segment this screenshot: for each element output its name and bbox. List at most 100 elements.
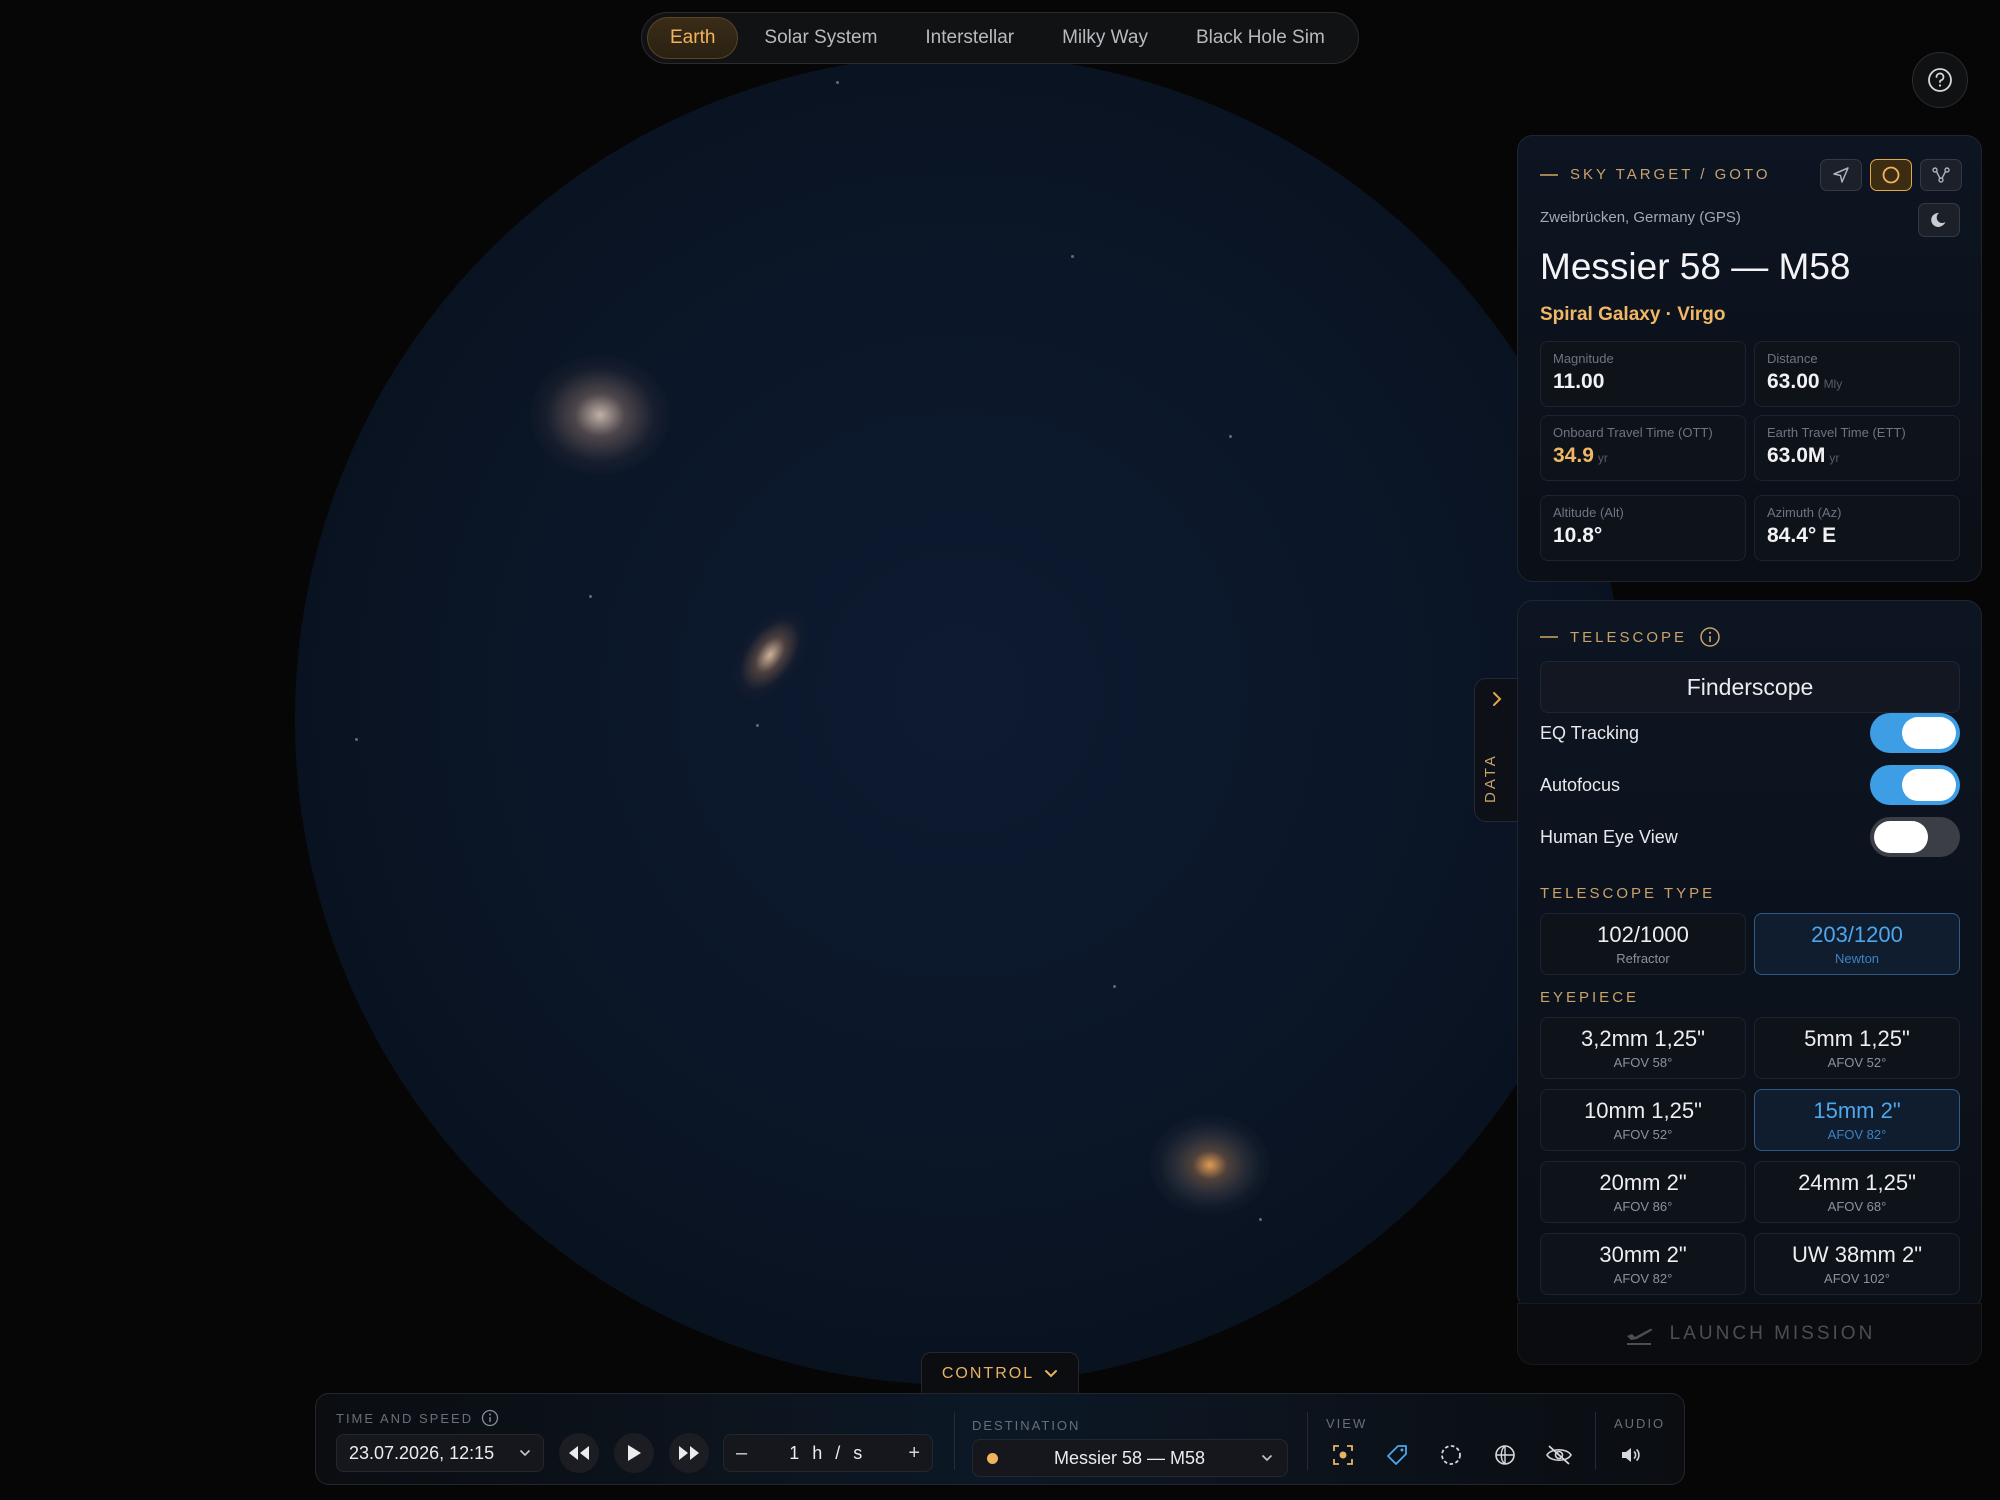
target-focus-icon [1333,1445,1353,1465]
human-eye-label: Human Eye View [1540,826,1678,847]
option-sub: AFOV 52° [1613,1127,1673,1142]
option-main: 30mm 2" [1599,1242,1687,1267]
option-main: UW 38mm 2" [1791,1242,1923,1267]
circle-mode-button[interactable] [1870,159,1912,191]
stat-unit: yr [1829,451,1840,465]
focus-target-button[interactable] [1328,1440,1358,1470]
destination-select[interactable]: Messier 58 — M58 [972,1439,1288,1477]
tab-earth[interactable]: Earth [647,17,739,59]
tab-solar-system[interactable]: Solar System [742,17,899,59]
human-eye-row: Human Eye View [1540,817,1960,857]
telescope-type-newton[interactable]: 203/1200 Newton [1754,913,1960,975]
grid-button[interactable] [1490,1440,1520,1470]
tab-black-hole-sim[interactable]: Black Hole Sim [1174,17,1347,59]
galaxy-spiral-m58[interactable] [1150,1115,1270,1215]
sky-target-title: SKY TARGET / GOTO [1570,166,1771,183]
eyepiece-option[interactable]: 20mm 2" AFOV 86° [1540,1161,1746,1223]
rewind-button[interactable] [559,1433,599,1473]
autofocus-toggle[interactable] [1870,765,1960,805]
fast-forward-button[interactable] [669,1433,709,1473]
stat-label: Azimuth (Az) [1767,505,1842,520]
autofocus-row: Autofocus [1540,765,1960,805]
star [1113,985,1116,988]
speed-increase-button[interactable]: + [908,1442,920,1465]
data-side-tab[interactable]: DATA [1474,678,1518,822]
help-button[interactable] [1912,52,1968,108]
audio-label: AUDIO [1614,1416,1666,1431]
stat-distance: Distance 63.00 Mly [1754,341,1960,407]
eq-tracking-toggle[interactable] [1870,713,1960,753]
eyepiece-option[interactable]: 30mm 2" AFOV 82° [1540,1233,1746,1295]
eyepiece-option[interactable]: UW 38mm 2" AFOV 102° [1754,1233,1960,1295]
galaxy-lenticular[interactable] [690,574,850,736]
stat-magnitude: Magnitude 11.00 [1540,341,1746,407]
star [1259,1218,1262,1221]
finderscope-button[interactable]: Finderscope [1540,661,1960,713]
destination-dot [987,1452,998,1464]
launch-label: LAUNCH MISSION [1669,1323,1876,1344]
stat-value: 10.8° [1553,524,1603,547]
eyepiece-option-selected[interactable]: 15mm 2" AFOV 82° [1754,1089,1960,1151]
stat-value: 11.00 [1553,370,1605,393]
telescope-panel: TELESCOPE Finderscope EQ Tracking Autofo… [1517,600,1982,1310]
option-sub: AFOV 102° [1824,1271,1890,1286]
divider [1307,1412,1308,1470]
audio-button[interactable] [1616,1440,1646,1470]
divider [954,1412,955,1470]
option-main: 15mm 2" [1813,1098,1901,1123]
play-button[interactable] [614,1433,654,1473]
stat-value-row: 63.00 Mly [1767,370,1947,394]
info-icon[interactable] [1699,626,1721,648]
time-speed-label: TIME AND SPEED [336,1410,474,1426]
stat-label: Altitude (Alt) [1553,505,1624,520]
stat-label: Magnitude [1553,351,1614,366]
control-toggle-button[interactable]: CONTROL [921,1352,1079,1394]
plane-takeoff-icon [1626,1328,1652,1345]
header-dash [1540,636,1558,638]
telescope-view[interactable] [295,55,1625,1385]
star [1229,435,1232,438]
target-subtitle: Spiral Galaxy · Virgo [1540,304,1726,325]
navigate-button[interactable] [1820,159,1862,191]
option-main: 10mm 1,25" [1584,1098,1702,1123]
stat-value: 34.9 [1553,444,1594,467]
stat-unit: yr [1597,451,1608,465]
option-main: 5mm 1,25" [1804,1026,1910,1051]
speed-decrease-button[interactable]: – [736,1442,747,1465]
tab-interstellar[interactable]: Interstellar [903,17,1036,59]
option-main: 102/1000 [1597,922,1689,947]
target-name: Messier 58 — M58 [1540,246,1851,287]
night-mode-button[interactable] [1918,203,1960,237]
control-bar: TIME AND SPEED 23.07.2026, 12:15 – 1 h /… [315,1393,1685,1485]
stat-value: 63.0M [1767,444,1826,467]
eyepiece-option[interactable]: 10mm 1,25" AFOV 52° [1540,1089,1746,1151]
human-eye-toggle[interactable] [1870,817,1960,857]
tag-icon [1387,1445,1407,1465]
chevron-right-icon [1493,692,1502,706]
launch-mission-button[interactable]: LAUNCH MISSION [1517,1303,1982,1365]
stat-value-row: 63.0M yr [1767,444,1947,468]
eyepiece-option[interactable]: 24mm 1,25" AFOV 68° [1754,1161,1960,1223]
circle-icon [1882,166,1900,184]
tab-milky-way[interactable]: Milky Way [1040,17,1170,59]
star [836,81,839,84]
telescope-type-refractor[interactable]: 102/1000 Refractor [1540,913,1746,975]
speed-stepper: – 1 h / s + [723,1434,933,1472]
hide-ui-button[interactable] [1544,1440,1574,1470]
field-of-view-button[interactable] [1436,1440,1466,1470]
datetime-picker[interactable]: 23.07.2026, 12:15 [336,1434,544,1472]
data-tab-label: DATA [1482,753,1499,803]
destination-label: DESTINATION [972,1418,1081,1433]
eyepiece-option[interactable]: 5mm 1,25" AFOV 52° [1754,1017,1960,1079]
stat-label: Onboard Travel Time (OTT) [1553,425,1713,440]
star [1071,255,1074,258]
top-navigation: Earth Solar System Interstellar Milky Wa… [641,12,1359,64]
stat-ott: Onboard Travel Time (OTT) 34.9 yr [1540,415,1746,481]
eyepiece-option[interactable]: 3,2mm 1,25" AFOV 58° [1540,1017,1746,1079]
galaxy-elliptical[interactable] [530,355,670,475]
constellation-button[interactable] [1920,159,1962,191]
globe-grid-icon [1495,1445,1515,1465]
eye-off-icon [1546,1445,1572,1465]
info-icon[interactable] [481,1409,499,1427]
labels-button[interactable] [1382,1440,1412,1470]
